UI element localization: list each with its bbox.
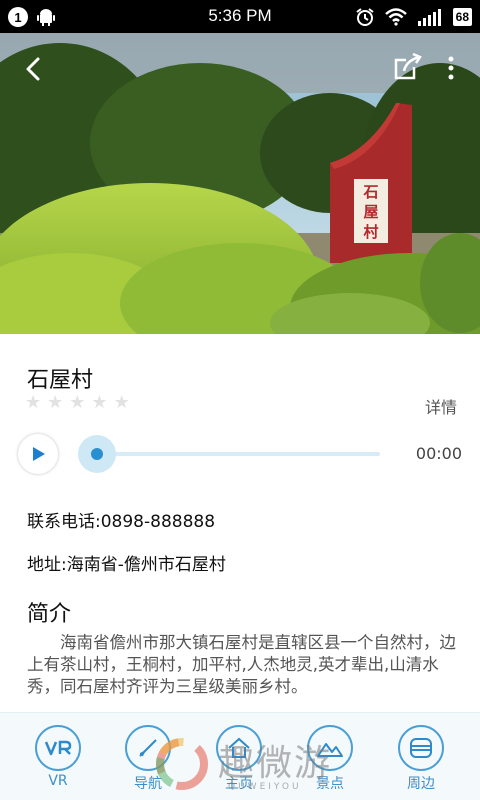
rating-stars: ★ ★ ★ ★ ★ [25, 394, 130, 412]
vr-icon [35, 725, 81, 771]
play-button[interactable] [18, 434, 58, 474]
star-icon: ★ [25, 392, 42, 413]
details-link[interactable]: 详情 [425, 394, 457, 418]
signal-icon [417, 9, 441, 26]
nearby-icon [398, 725, 444, 771]
audio-progress-track[interactable] [90, 452, 380, 456]
home-icon [216, 725, 262, 771]
status-bar: 1 5:36 PM 68 [0, 0, 480, 33]
star-icon: ★ [113, 392, 130, 413]
more-options-icon[interactable] [444, 53, 458, 83]
bottom-navigation: VR 导航 主页 景点 周边 [0, 712, 480, 800]
share-icon[interactable] [392, 51, 424, 83]
scenic-spot-icon [307, 725, 353, 771]
audio-progress-handle[interactable] [78, 435, 116, 473]
star-icon: ★ [69, 392, 86, 413]
back-arrow-icon[interactable] [16, 51, 52, 87]
wifi-icon [384, 8, 407, 26]
nav-vr[interactable]: VR [28, 725, 88, 797]
intro-heading: 简介 [27, 602, 72, 627]
alarm-icon [356, 8, 374, 26]
play-icon [33, 447, 45, 461]
star-icon: ★ [91, 392, 108, 413]
place-info: 石屋村 ★ ★ ★ ★ ★ 详情 00:00 联系电话:0898-888888 … [0, 334, 480, 712]
battery-indicator: 68 [452, 8, 472, 26]
phone-number[interactable]: 联系电话:0898-888888 [27, 507, 215, 532]
intro-text: 海南省儋州市那大镇石屋村是直辖区县一个自然村，边上有茶山村，王桐村，加平村,人杰… [27, 633, 456, 696]
nav-home[interactable]: 主页 [209, 725, 269, 797]
audio-time: 00:00 [415, 444, 462, 463]
nav-nearby[interactable]: 周边 [391, 725, 451, 797]
nav-scenic-spots[interactable]: 景点 [300, 725, 360, 797]
address: 地址:海南省-儋州市石屋村 [27, 555, 226, 575]
star-icon: ★ [47, 392, 64, 413]
nav-navigation[interactable]: 导航 [118, 725, 178, 797]
hero-image: 石 屋 村 [0, 33, 480, 334]
svg-text:村: 村 [363, 223, 378, 241]
svg-text:石: 石 [362, 183, 378, 201]
audio-player: 00:00 [18, 434, 462, 474]
svg-text:屋: 屋 [363, 203, 378, 221]
navigation-icon [125, 725, 171, 771]
place-title: 石屋村 [27, 368, 94, 393]
